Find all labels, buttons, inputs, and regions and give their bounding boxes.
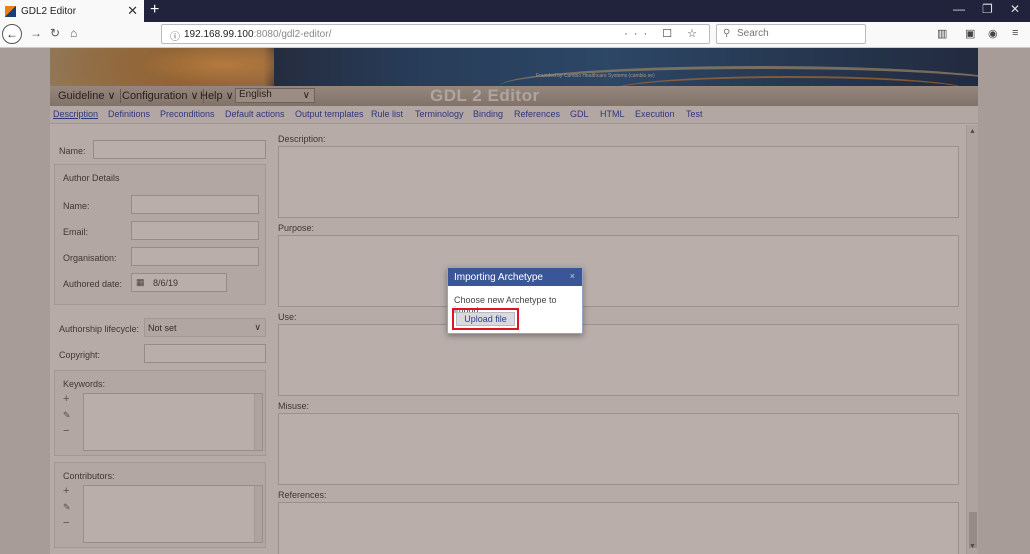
browser-nav-bar: ← → ↻ ⌂ ⓘ 192.168.99.100:8080/gdl2-edito…	[0, 22, 1030, 48]
forward-icon[interactable]: →	[30, 26, 42, 40]
browser-tab-bar: GDL2 Editor ✕ + — ❐ ✕	[0, 0, 1030, 22]
browser-tab[interactable]: GDL2 Editor ✕	[0, 0, 144, 22]
upload-file-button[interactable]: Upload file	[456, 312, 515, 326]
home-icon[interactable]: ⌂	[70, 26, 77, 40]
close-icon[interactable]: ×	[570, 271, 575, 281]
import-archetype-dialog: Importing Archetype × Choose new Archety…	[447, 267, 583, 334]
url-bar[interactable]: ⓘ 192.168.99.100:8080/gdl2-editor/ ··· ☐…	[161, 24, 710, 44]
app-favicon-icon	[5, 5, 16, 17]
dialog-title: Importing Archetype	[454, 272, 543, 283]
close-window-icon[interactable]: ✕	[1010, 2, 1020, 16]
maximize-icon[interactable]: ❐	[982, 2, 993, 16]
library-icon[interactable]: ▥	[937, 27, 947, 40]
sidebar-icon[interactable]: ▣	[965, 27, 975, 40]
account-icon[interactable]: ◉	[988, 27, 998, 40]
tab-title: GDL2 Editor	[21, 5, 77, 17]
menu-icon[interactable]: ≡	[1012, 27, 1018, 39]
back-icon[interactable]: ←	[2, 24, 22, 44]
reload-icon[interactable]: ↻	[50, 26, 60, 40]
upload-highlight: Upload file	[452, 308, 519, 330]
site-info-icon[interactable]: ⓘ	[170, 28, 180, 43]
dialog-header: Importing Archetype ×	[448, 268, 582, 286]
minimize-icon[interactable]: —	[953, 2, 965, 16]
search-input[interactable]	[737, 28, 857, 39]
new-tab-button[interactable]: +	[150, 1, 159, 19]
url-actions-icon[interactable]: ··· ☐ ☆	[624, 27, 703, 40]
search-bar[interactable]: ⚲	[716, 24, 866, 44]
url-text: 192.168.99.100:8080/gdl2-editor/	[184, 29, 332, 40]
close-tab-icon[interactable]: ✕	[127, 3, 138, 19]
search-icon: ⚲	[723, 28, 731, 39]
